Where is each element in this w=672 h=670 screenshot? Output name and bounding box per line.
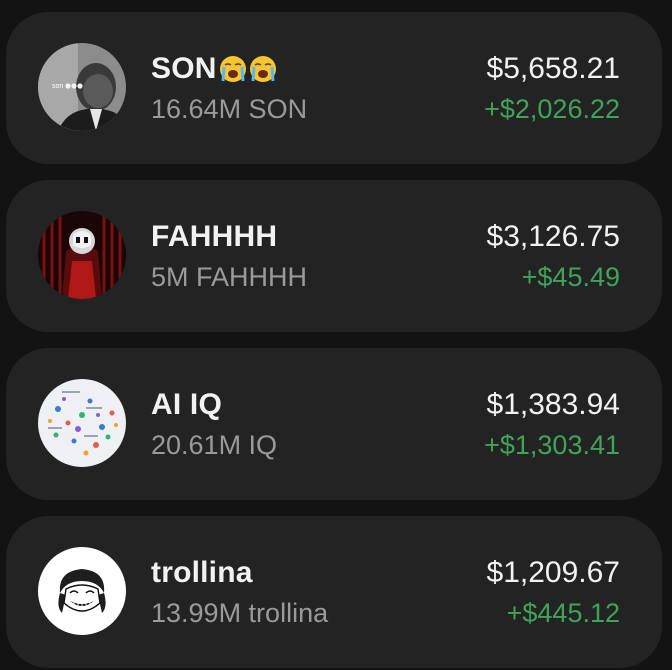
token-row-trollina[interactable]: trollina 13.99M trollina $1,209.67 +$445… [6, 516, 662, 668]
token-row-fahhhh[interactable]: FAHHHH 5M FAHHHH $3,126.75 +$45.49 [6, 180, 662, 332]
token-name-text: AI IQ [151, 388, 223, 421]
token-name-text: FAHHHH [151, 220, 278, 253]
loudly-crying-face-icon [249, 55, 277, 83]
token-list: son SON 16.64M SON $5,658.21 +$2,026.22 … [0, 0, 672, 670]
token-name: FAHHHH [151, 220, 277, 254]
token-change: +$45.49 [521, 262, 620, 292]
token-change: +$445.12 [506, 598, 620, 628]
fahhhh-avatar [38, 211, 126, 299]
token-row-son[interactable]: son SON 16.64M SON $5,658.21 +$2,026.22 [6, 12, 662, 164]
son-avatar: son [38, 43, 126, 131]
ai-iq-avatar [38, 379, 126, 467]
token-name: SON [151, 52, 277, 86]
son-avatar-caption: son [52, 83, 63, 90]
token-value: $5,658.21 [486, 52, 620, 85]
token-name-text: SON [151, 52, 217, 85]
token-amount: 5M FAHHHH [151, 262, 308, 292]
token-name: AI IQ [151, 388, 222, 422]
token-name: trollina [151, 556, 253, 590]
trollina-avatar [38, 547, 126, 635]
token-value: $1,383.94 [486, 388, 620, 421]
token-change: +$2,026.22 [484, 94, 620, 124]
token-name-text: trollina [151, 556, 253, 589]
token-row-ai-iq[interactable]: AI IQ 20.61M IQ $1,383.94 +$1,303.41 [6, 348, 662, 500]
token-amount: 20.61M IQ [151, 430, 278, 460]
loudly-crying-face-icon [219, 55, 247, 83]
token-amount: 13.99M trollina [151, 598, 329, 628]
token-value: $1,209.67 [486, 556, 620, 589]
token-change: +$1,303.41 [484, 430, 620, 460]
token-value: $3,126.75 [486, 220, 620, 253]
token-amount: 16.64M SON [151, 94, 308, 124]
